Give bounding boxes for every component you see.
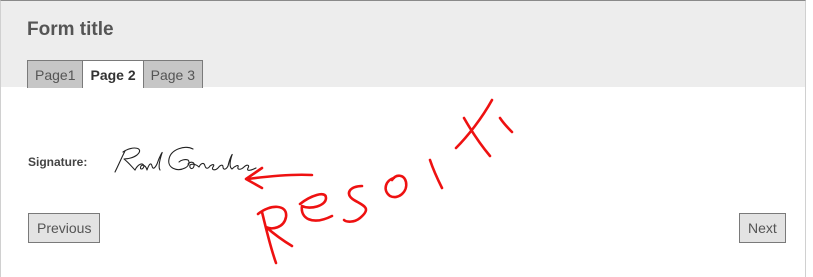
signature-image: [114, 146, 257, 173]
previous-button[interactable]: Previous: [28, 213, 101, 243]
tab-page3[interactable]: Page 3: [142, 60, 203, 88]
signature-label: Signature:: [28, 155, 88, 169]
tab-bar: Page1 Page 2 Page 3: [27, 60, 203, 88]
tab-page2[interactable]: Page 2: [82, 60, 144, 88]
form-container: Form title Page1 Page 2 Page 3 Signature…: [0, 0, 806, 277]
next-button[interactable]: Next: [739, 213, 786, 243]
form-header: Form title Page1 Page 2 Page 3: [1, 1, 805, 88]
form-title: Form title: [27, 19, 114, 40]
tab-page1[interactable]: Page1: [27, 60, 84, 88]
